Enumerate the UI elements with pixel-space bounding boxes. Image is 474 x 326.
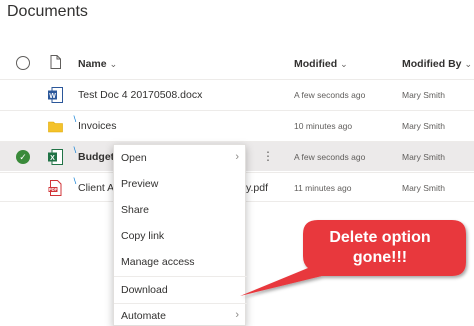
modified-time: A few seconds ago xyxy=(294,152,366,162)
svg-text:X: X xyxy=(50,155,55,162)
svg-text:W: W xyxy=(49,93,56,100)
chevron-down-icon: ⌄ xyxy=(109,59,118,69)
file-name[interactable]: Invoices xyxy=(78,120,117,132)
context-menu: Open › Preview Share Copy link Manage ac… xyxy=(113,144,247,326)
menu-item-download[interactable]: Download xyxy=(114,277,247,303)
modified-by: Mary Smith xyxy=(402,152,445,162)
callout-line-2: gone!!! xyxy=(352,249,408,266)
column-header-modified-by[interactable]: Modified By ⌄ xyxy=(402,58,472,70)
menu-item-preview[interactable]: Preview xyxy=(114,171,247,197)
pdf-icon: PDF xyxy=(48,180,62,196)
menu-item-open[interactable]: Open › xyxy=(114,145,247,171)
column-header-row: Name ⌄ Modified ⌄ Modified By ⌄ xyxy=(0,45,474,79)
modified-by: Mary Smith xyxy=(402,183,445,193)
menu-item-label: Preview xyxy=(121,178,159,190)
file-name[interactable]: Budget. xyxy=(78,151,117,163)
menu-item-label: Open xyxy=(121,152,147,164)
word-doc-icon: W xyxy=(48,87,63,103)
modified-time: 11 minutes ago xyxy=(294,183,352,193)
modified-by: Mary Smith xyxy=(402,90,445,100)
page-title: Documents xyxy=(7,3,88,20)
callout-line-1: Delete option xyxy=(329,229,431,246)
file-name[interactable]: Test Doc 4 20170508.docx xyxy=(78,89,202,101)
callout-text: Delete option gone!!! xyxy=(300,228,460,268)
menu-item-label: Automate xyxy=(121,310,166,322)
table-row[interactable]: W Test Doc 4 20170508.docx A few seconds… xyxy=(0,79,474,109)
chevron-right-icon: › xyxy=(235,151,239,163)
folder-icon xyxy=(48,121,63,133)
modified-by: Mary Smith xyxy=(402,121,445,131)
menu-item-label: Manage access xyxy=(121,256,195,268)
new-item-sparkle-icon: ∖ xyxy=(72,115,78,124)
column-header-modified-label: Modified xyxy=(294,58,338,70)
menu-item-copy-link[interactable]: Copy link xyxy=(114,223,247,249)
menu-item-label: Download xyxy=(121,284,168,296)
select-all-circle-icon[interactable] xyxy=(16,56,30,70)
menu-item-automate[interactable]: Automate › xyxy=(114,303,247,326)
svg-text:PDF: PDF xyxy=(49,187,58,192)
chevron-down-icon: ⌄ xyxy=(340,59,348,69)
chevron-down-icon: ⌄ xyxy=(464,59,473,69)
chevron-right-icon: › xyxy=(235,309,239,321)
column-header-name[interactable]: Name ⌄ xyxy=(78,58,117,70)
column-header-modified-by-label: Modified By xyxy=(402,58,462,70)
modified-time: A few seconds ago xyxy=(294,90,366,100)
table-row[interactable]: ∖ Invoices 10 minutes ago Mary Smith xyxy=(0,110,474,140)
file-name[interactable]: Client A xyxy=(78,182,114,194)
checkmark-icon[interactable]: ✓ xyxy=(16,150,30,164)
file-type-header-icon[interactable] xyxy=(50,55,61,69)
new-item-sparkle-icon: ∖ xyxy=(72,177,78,186)
column-header-name-label: Name xyxy=(78,58,107,70)
file-name-suffix[interactable]: y.pdf xyxy=(246,182,268,194)
menu-item-share[interactable]: Share xyxy=(114,197,247,223)
menu-item-label: Copy link xyxy=(121,230,165,242)
more-options-icon[interactable]: ⋮ xyxy=(262,149,275,163)
excel-icon: X xyxy=(48,149,63,165)
menu-item-manage-access[interactable]: Manage access xyxy=(114,249,247,275)
column-header-modified[interactable]: Modified ⌄ xyxy=(294,58,348,70)
new-item-sparkle-icon: ∖ xyxy=(72,146,78,155)
modified-time: 10 minutes ago xyxy=(294,121,353,131)
menu-item-label: Share xyxy=(121,204,150,216)
